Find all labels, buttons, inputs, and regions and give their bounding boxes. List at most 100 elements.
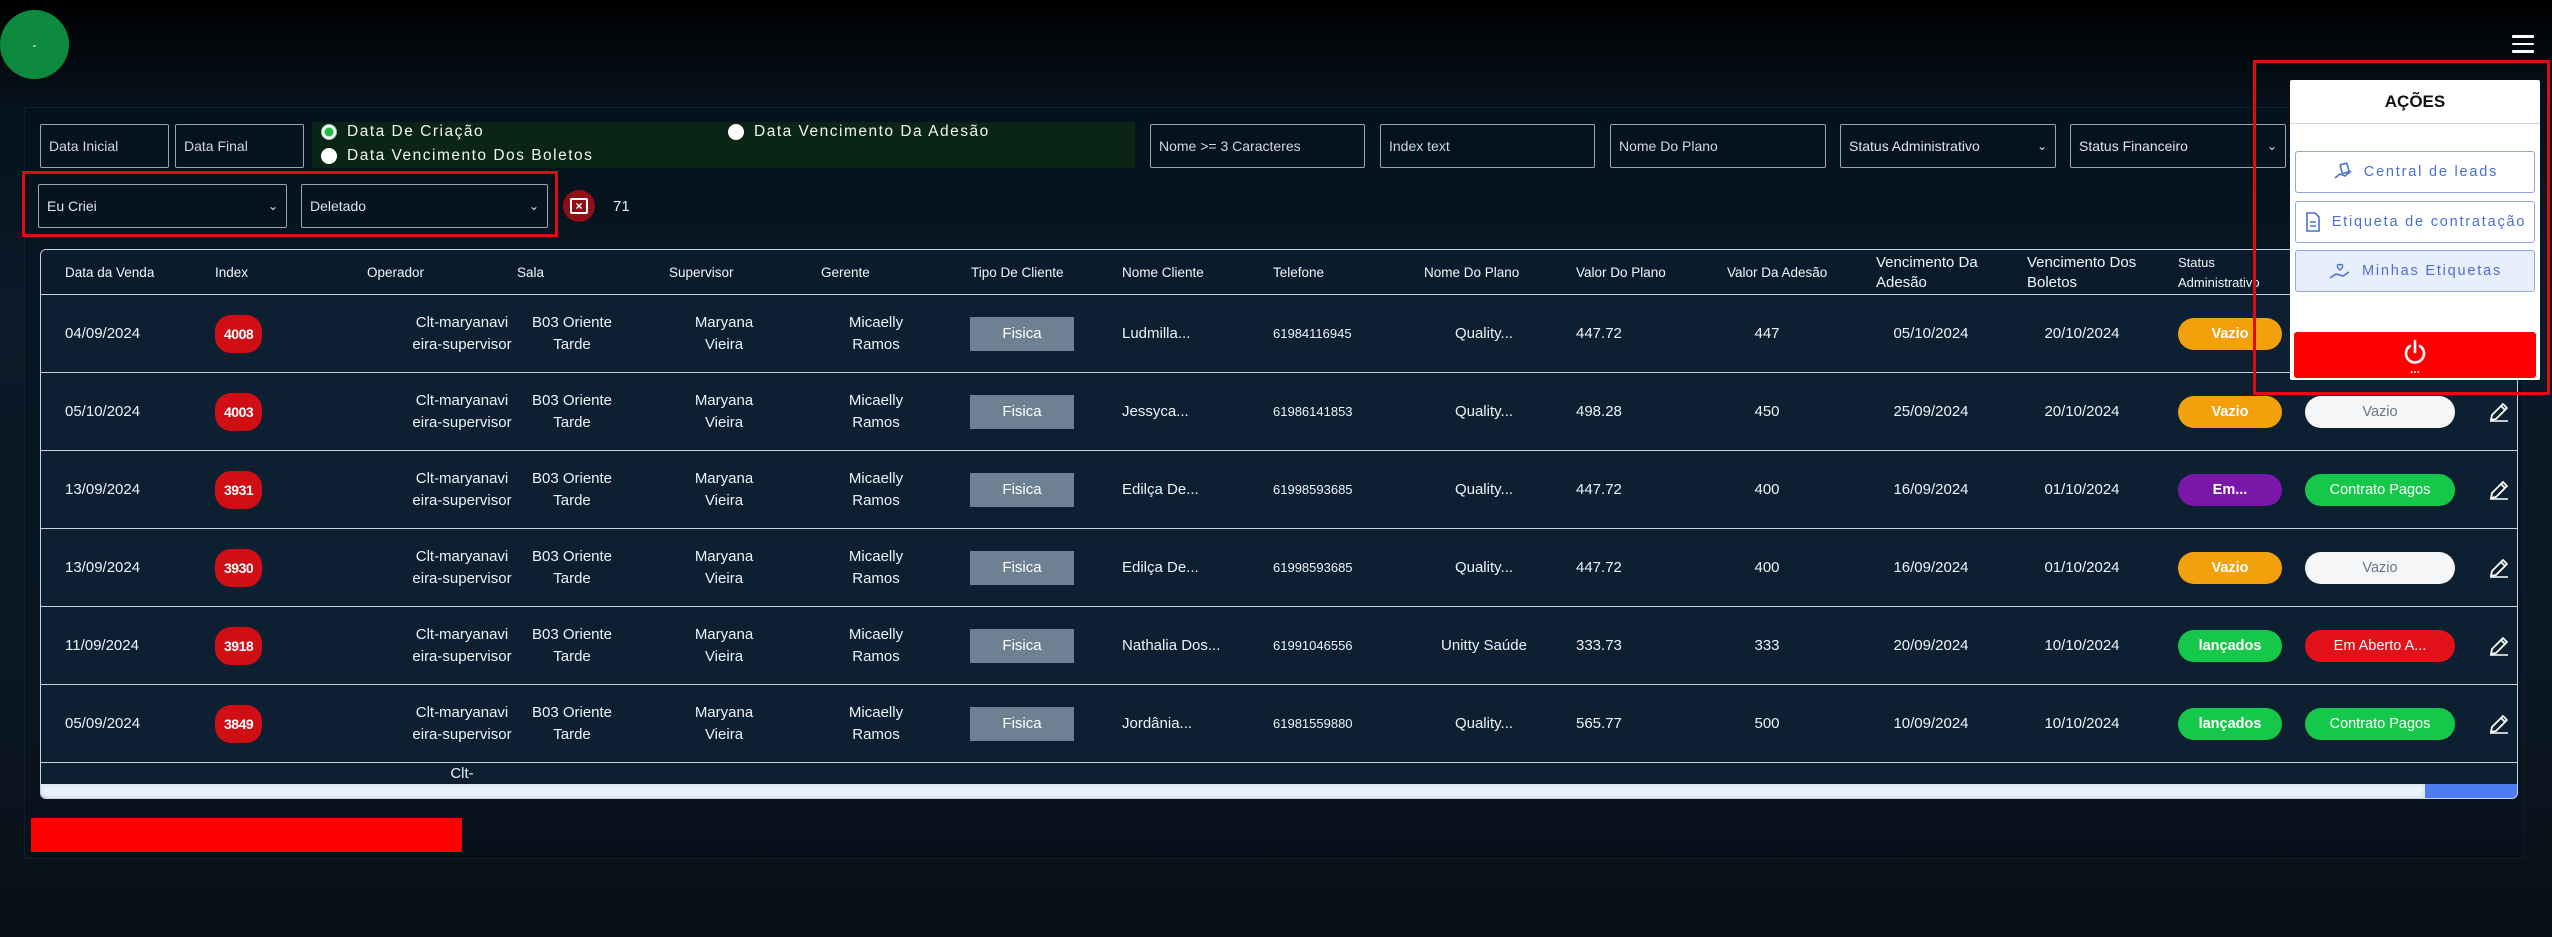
index-badge[interactable]: 3930 bbox=[215, 549, 263, 587]
operador-text: Clt-maryanavieira-supervisor bbox=[412, 548, 512, 587]
edit-pencil-icon[interactable] bbox=[2487, 400, 2511, 424]
table-row[interactable]: 13/09/2024 3931 Clt-maryanavieira-supervis… bbox=[41, 451, 2517, 529]
result-count: 71 bbox=[613, 198, 630, 215]
status-fin-badge[interactable]: Vazio bbox=[2305, 396, 2455, 428]
data-final-field[interactable]: Data Final bbox=[175, 124, 304, 168]
cell-gerente: Micaelly Ramos bbox=[821, 295, 931, 373]
cell-vencimento-boletos: 01/10/2024 bbox=[2044, 559, 2120, 576]
etiqueta-contratacao-button[interactable]: Etiqueta de contratação bbox=[2295, 201, 2535, 243]
cell-vencimento-boletos: 10/10/2024 bbox=[2044, 637, 2120, 654]
th-nome-cliente[interactable]: Nome Cliente bbox=[1122, 250, 1204, 295]
status-fin-badge[interactable]: Em Aberto A... bbox=[2305, 630, 2455, 662]
th-valor-adesao[interactable]: Valor Da Adesão bbox=[1727, 250, 1827, 295]
data-inicial-field[interactable]: Data Inicial bbox=[40, 124, 169, 168]
cell-vencimento-adesao: 25/09/2024 bbox=[1893, 403, 1969, 420]
radio-data-criacao-label: Data De Criação bbox=[347, 123, 485, 140]
cell-supervisor: Maryana Vieira bbox=[669, 295, 779, 373]
edit-pencil-icon[interactable] bbox=[2487, 634, 2511, 658]
th-data-venda[interactable]: Data da Venda bbox=[65, 250, 154, 295]
cell-data-venda: 05/10/2024 bbox=[65, 403, 141, 420]
horizontal-scrollbar[interactable] bbox=[41, 784, 2517, 798]
status-admin-badge[interactable]: Em... bbox=[2178, 474, 2282, 506]
cell-telefone: 61998593685 bbox=[1273, 560, 1353, 575]
cell-data-venda: 11/09/2024 bbox=[65, 637, 139, 654]
cell-tipo-cliente: Fisica bbox=[970, 529, 1080, 607]
scrollbar-end bbox=[2425, 784, 2517, 798]
th-vencimento-adesao[interactable]: Vencimento Da Adesão bbox=[1876, 250, 1986, 295]
cell-nome-cliente: Ludmilla... bbox=[1122, 325, 1191, 342]
radio-data-criacao[interactable]: Data De Criação bbox=[321, 123, 484, 141]
tipo-badge: Fisica bbox=[970, 473, 1074, 507]
th-tipo-cliente[interactable]: Tipo De Cliente bbox=[971, 250, 1064, 295]
hamburger-menu-icon[interactable] bbox=[2512, 35, 2534, 53]
cell-vencimento-boletos: 20/10/2024 bbox=[2044, 403, 2120, 420]
th-supervisor[interactable]: Supervisor bbox=[669, 250, 734, 295]
cell-nome-cliente: Jessyca... bbox=[1122, 403, 1189, 420]
status-admin-badge[interactable]: Vazio bbox=[2178, 396, 2282, 428]
cell-nome-plano: Quality... bbox=[1454, 715, 1514, 732]
sala-text: B03 Oriente Tarde bbox=[531, 470, 613, 509]
edit-pencil-icon[interactable] bbox=[2487, 478, 2511, 502]
scrollbar-thumb[interactable] bbox=[43, 786, 2423, 796]
cell-gerente: Micaelly Ramos bbox=[821, 451, 931, 529]
minhas-etiquetas-label: Minhas Etiquetas bbox=[2361, 263, 2503, 279]
status-admin-badge[interactable]: Vazio bbox=[2178, 552, 2282, 584]
index-badge[interactable]: 3931 bbox=[215, 471, 263, 509]
radio-vencimento-adesao[interactable]: Data Vencimento Da Adesão bbox=[728, 123, 990, 141]
cell-sala: B03 Oriente Tarde bbox=[517, 529, 627, 607]
edit-pencil-icon[interactable] bbox=[2487, 712, 2511, 736]
cell-nome-cliente: Edilça De... bbox=[1122, 481, 1199, 498]
index-badge[interactable]: 3918 bbox=[215, 627, 263, 665]
radio-unchecked-icon bbox=[728, 124, 744, 140]
sala-text: B03 Oriente Tarde bbox=[531, 626, 613, 665]
status-admin-badge[interactable]: lançados bbox=[2178, 630, 2282, 662]
radio-vencimento-boletos[interactable]: Data Vencimento Dos Boletos bbox=[321, 147, 593, 165]
th-nome-plano[interactable]: Nome Do Plano bbox=[1424, 250, 1519, 295]
central-leads-button[interactable]: Central de leads bbox=[2295, 151, 2535, 193]
table-row[interactable]: 05/10/2024 4003 Clt-maryanavieira-supervis… bbox=[41, 373, 2517, 451]
index-input[interactable]: Index text bbox=[1380, 124, 1595, 168]
edit-pencil-icon[interactable] bbox=[2487, 556, 2511, 580]
plano-input[interactable]: Nome Do Plano bbox=[1610, 124, 1826, 168]
table-row[interactable]: 11/09/2024 3918 Clt-maryanavieira-supervis… bbox=[41, 607, 2517, 685]
index-badge[interactable]: 3849 bbox=[215, 705, 263, 743]
th-valor-plano[interactable]: Valor Do Plano bbox=[1576, 250, 1666, 295]
minhas-etiquetas-button[interactable]: Minhas Etiquetas bbox=[2295, 250, 2535, 292]
th-index[interactable]: Index bbox=[215, 250, 248, 295]
cell-status-administrativo: lançados bbox=[2178, 685, 2282, 763]
th-gerente[interactable]: Gerente bbox=[821, 250, 870, 295]
th-sala[interactable]: Sala bbox=[517, 250, 544, 295]
th-vencimento-boletos[interactable]: Vencimento Dos Boletos bbox=[2027, 250, 2137, 295]
index-placeholder: Index text bbox=[1389, 138, 1450, 154]
hand-heart-icon bbox=[2329, 263, 2350, 279]
index-badge[interactable]: 4008 bbox=[215, 315, 263, 353]
cell-tipo-cliente: Fisica bbox=[970, 685, 1080, 763]
red-bar bbox=[31, 818, 462, 852]
status-admin-badge[interactable]: lançados bbox=[2178, 708, 2282, 740]
cell-valor-adesao: 400 bbox=[1754, 559, 1780, 576]
logout-button[interactable]: ... bbox=[2294, 332, 2536, 378]
table-row[interactable]: 04/09/2024 4008 Clt-maryanavieira-supervis… bbox=[41, 295, 2517, 373]
status-fin-badge[interactable]: Contrato Pagos bbox=[2305, 474, 2455, 506]
central-leads-label: Central de leads bbox=[2363, 164, 2499, 180]
table-row[interactable]: 05/09/2024 3849 Clt-maryanavieira-supervis… bbox=[41, 685, 2517, 763]
status-administrativo-select[interactable]: Status Administrativo ⌄ bbox=[1840, 124, 2056, 168]
clear-filters-button[interactable]: × bbox=[563, 190, 595, 222]
cell-nome-cliente: Edilça De... bbox=[1122, 559, 1199, 576]
cell-supervisor: Maryana Vieira bbox=[669, 373, 779, 451]
data-inicial-label: Data Inicial bbox=[49, 138, 119, 154]
deletado-select[interactable]: Deletado ⌄ bbox=[301, 184, 548, 228]
th-operador[interactable]: Operador bbox=[367, 250, 424, 295]
radio-vencimento-adesao-label: Data Vencimento Da Adesão bbox=[754, 123, 990, 140]
th-telefone[interactable]: Telefone bbox=[1273, 250, 1324, 295]
eu-criei-select[interactable]: Eu Criei ⌄ bbox=[38, 184, 287, 228]
status-fin-badge[interactable]: Contrato Pagos bbox=[2305, 708, 2455, 740]
nome-search-input[interactable]: Nome >= 3 Caracteres bbox=[1150, 124, 1365, 168]
table-row[interactable]: 13/09/2024 3930 Clt-maryanavieira-supervis… bbox=[41, 529, 2517, 607]
cell-index: 3930 bbox=[215, 529, 275, 607]
avatar[interactable]: - bbox=[0, 10, 69, 79]
index-badge[interactable]: 4003 bbox=[215, 393, 263, 431]
table-header: Data da Venda Index Operador Sala Superv… bbox=[41, 250, 2517, 295]
cell-valor-plano: 333.73 bbox=[1576, 637, 1622, 654]
status-fin-badge[interactable]: Vazio bbox=[2305, 552, 2455, 584]
